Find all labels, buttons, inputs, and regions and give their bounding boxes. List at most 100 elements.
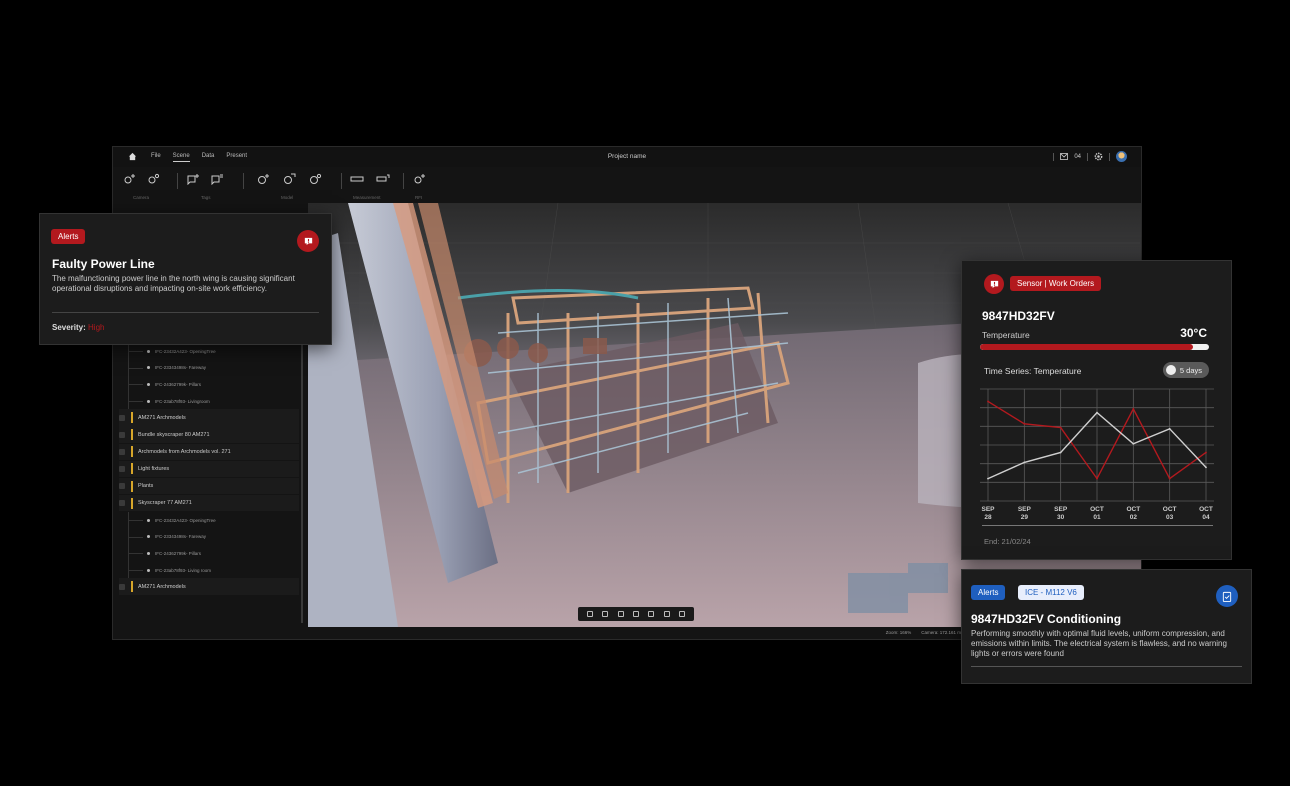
visibility-checkbox[interactable] (119, 483, 125, 490)
tree-group-item[interactable]: Bundle skyscraper 80 AM271 (119, 426, 299, 444)
tree-group-item[interactable]: AM271 Archmodels (119, 409, 299, 426)
data-point (1023, 422, 1026, 425)
model-add-icon[interactable] (255, 172, 271, 186)
sensor-card[interactable]: Sensor | Work Orders 9847HD32FV Temperat… (961, 260, 1232, 560)
tree-connector (129, 553, 143, 555)
pause-icon[interactable] (586, 611, 593, 617)
pan-icon[interactable] (663, 611, 670, 617)
tree-group-item[interactable]: Archmodels from Archmodels vol. 271 (119, 443, 299, 461)
range-selector[interactable]: 5 days (1162, 362, 1209, 378)
tree-sub-item[interactable]: IFC-24362799k- Pillars (128, 545, 299, 562)
divider (341, 173, 342, 189)
tree-item-label: Bundle skyscraper 80 AM271 (138, 431, 210, 438)
temperature-progress (980, 344, 1209, 350)
toolbar-group-rfi: RFI (411, 167, 431, 203)
visibility-checkbox[interactable] (119, 448, 125, 455)
x-tick-label: SEP 30 (1054, 506, 1068, 521)
pointer-icon[interactable] (602, 611, 609, 617)
tree-sub-item[interactable]: IFC-23343498s- Fareway (128, 359, 299, 377)
walk-icon[interactable] (679, 611, 686, 617)
layer-dot-icon (147, 399, 150, 403)
tree-sub-item[interactable]: IFC-23432A423- OpeningTree (128, 343, 299, 360)
rfi-add-icon[interactable] (411, 172, 427, 186)
data-point (1168, 427, 1171, 430)
tag-add-icon[interactable] (185, 172, 201, 186)
data-point (1132, 442, 1135, 445)
model-edit-icon[interactable] (281, 172, 297, 186)
clock-icon (1165, 365, 1176, 375)
tree-sub-item[interactable]: IFC-23432A423- OpeningTree (128, 511, 299, 529)
area-measure-icon[interactable] (375, 172, 391, 186)
tree-connector (129, 569, 143, 571)
data-point (1205, 466, 1207, 469)
tree-sub-item[interactable]: IFC-23ab78f93- Livingroom (128, 392, 299, 410)
conditioning-card[interactable]: Alerts ICE - M112 V6 9847HD32FV Conditio… (961, 569, 1252, 684)
end-date: End: 21/02/24 (984, 537, 1031, 546)
layer-dot-icon (147, 382, 150, 386)
layer-dot-icon (147, 366, 150, 370)
ruler-icon[interactable] (349, 172, 365, 186)
alert-title: Faulty Power Line (52, 257, 155, 271)
zoom-out-icon[interactable] (632, 611, 639, 617)
tree-sub-item[interactable]: IFC-23343498s- Fareway (128, 528, 299, 546)
alert-tag: Alerts (51, 229, 86, 244)
tag-list-icon[interactable] (209, 172, 225, 186)
conditioning-description: Performing smoothly with optimal fluid l… (971, 629, 1227, 658)
tree-group-item[interactable]: Light fixtures (119, 460, 299, 478)
alert-flag-icon (990, 280, 998, 288)
zoom-in-icon[interactable] (617, 611, 624, 617)
gear-icon[interactable] (1094, 152, 1103, 161)
data-point (1059, 451, 1062, 454)
tree-group-item[interactable]: Skyscraper 77 AM271 (119, 494, 299, 512)
layer-color-bar (131, 581, 133, 593)
tree-connector (129, 519, 143, 521)
x-tick-label: OCT 03 (1163, 506, 1177, 521)
tree-connector (129, 367, 143, 369)
tree-sub-item[interactable]: IFC-24362799k- Pillars (128, 376, 299, 393)
camera-settings-icon[interactable] (145, 172, 161, 186)
divider (243, 173, 244, 189)
toolbar-label-rfi: RFI (415, 195, 423, 200)
avatar[interactable] (1116, 151, 1127, 162)
tree-group-item[interactable]: Plants (119, 477, 299, 495)
tree-group-item[interactable]: AM271 Archmodels (119, 578, 299, 595)
layer-dot-icon (147, 568, 150, 572)
rotate-icon[interactable] (648, 611, 655, 617)
divider (1087, 152, 1088, 161)
data-point (1096, 477, 1098, 480)
toolbar-group-model: Model (255, 167, 335, 203)
layer-dot-icon (147, 518, 150, 522)
tree-item-label: Skyscraper 77 AM271 (138, 500, 192, 507)
x-tick-label: OCT 02 (1126, 506, 1140, 521)
visibility-checkbox[interactable] (119, 431, 125, 438)
x-tick-label: OCT 01 (1090, 506, 1104, 521)
tree-item-label: IFC-23432A423- OpeningTree (155, 517, 216, 523)
conditioning-title: 9847HD32FV Conditioning (971, 612, 1122, 626)
layer-dot-icon (147, 349, 150, 353)
severity-value: High (88, 323, 105, 332)
layer-color-bar (131, 412, 133, 424)
x-tick-label: SEP 29 (1018, 506, 1032, 521)
tree-item-label: IFC-23ab78f93- Living room (155, 567, 212, 573)
clipboard-check-icon (1222, 591, 1232, 602)
data-point (1059, 426, 1062, 429)
conditioning-tag: Alerts (971, 585, 1006, 600)
mail-icon[interactable] (1060, 153, 1069, 160)
sensor-tag: Sensor | Work Orders (1010, 276, 1102, 291)
camera-add-icon[interactable] (121, 172, 137, 186)
visibility-checkbox[interactable] (119, 414, 125, 421)
visibility-checkbox[interactable] (119, 500, 125, 507)
tree-item-label: IFC-23343498s- Fareway (155, 365, 207, 371)
model-settings-icon[interactable] (307, 172, 323, 186)
alert-card[interactable]: Alerts Faulty Power Line The malfunction… (39, 213, 332, 345)
project-name: Project name (607, 153, 647, 160)
tree-sub-item[interactable]: IFC-23ab78f93- Living room (128, 561, 299, 579)
visibility-checkbox[interactable] (119, 583, 125, 590)
divider (177, 173, 178, 189)
tree-connector (129, 384, 143, 386)
visibility-checkbox[interactable] (119, 465, 125, 472)
temperature-progress-fill (980, 344, 1193, 350)
x-tick-label: OCT 04 (1199, 506, 1213, 521)
data-point (1132, 408, 1135, 410)
layer-color-bar (131, 463, 133, 475)
